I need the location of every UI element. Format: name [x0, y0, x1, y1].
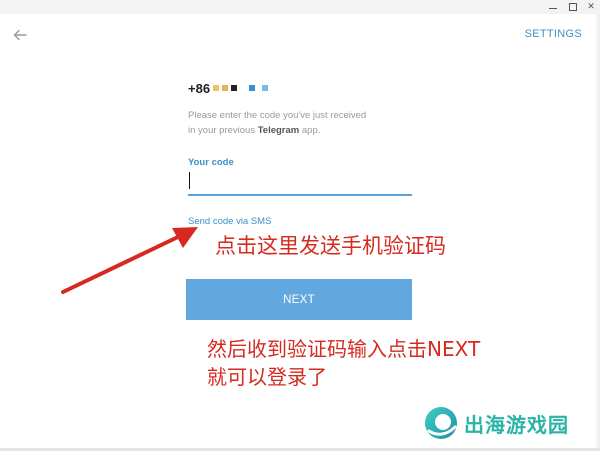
watermark-logo-icon — [425, 407, 457, 439]
watermark-text: 出海游戏园 — [464, 412, 569, 437]
annotation-line: 就可以登录了 — [207, 365, 327, 389]
annotation-note-1: 点击这里发送手机验证码 — [215, 234, 446, 258]
watermark: 出海游戏园 — [423, 405, 569, 441]
annotation-note-2: 然后收到验证码输入点击NEXT 就可以登录了 — [207, 335, 587, 391]
annotation-line: 然后收到验证码输入点击NEXT — [207, 337, 481, 361]
